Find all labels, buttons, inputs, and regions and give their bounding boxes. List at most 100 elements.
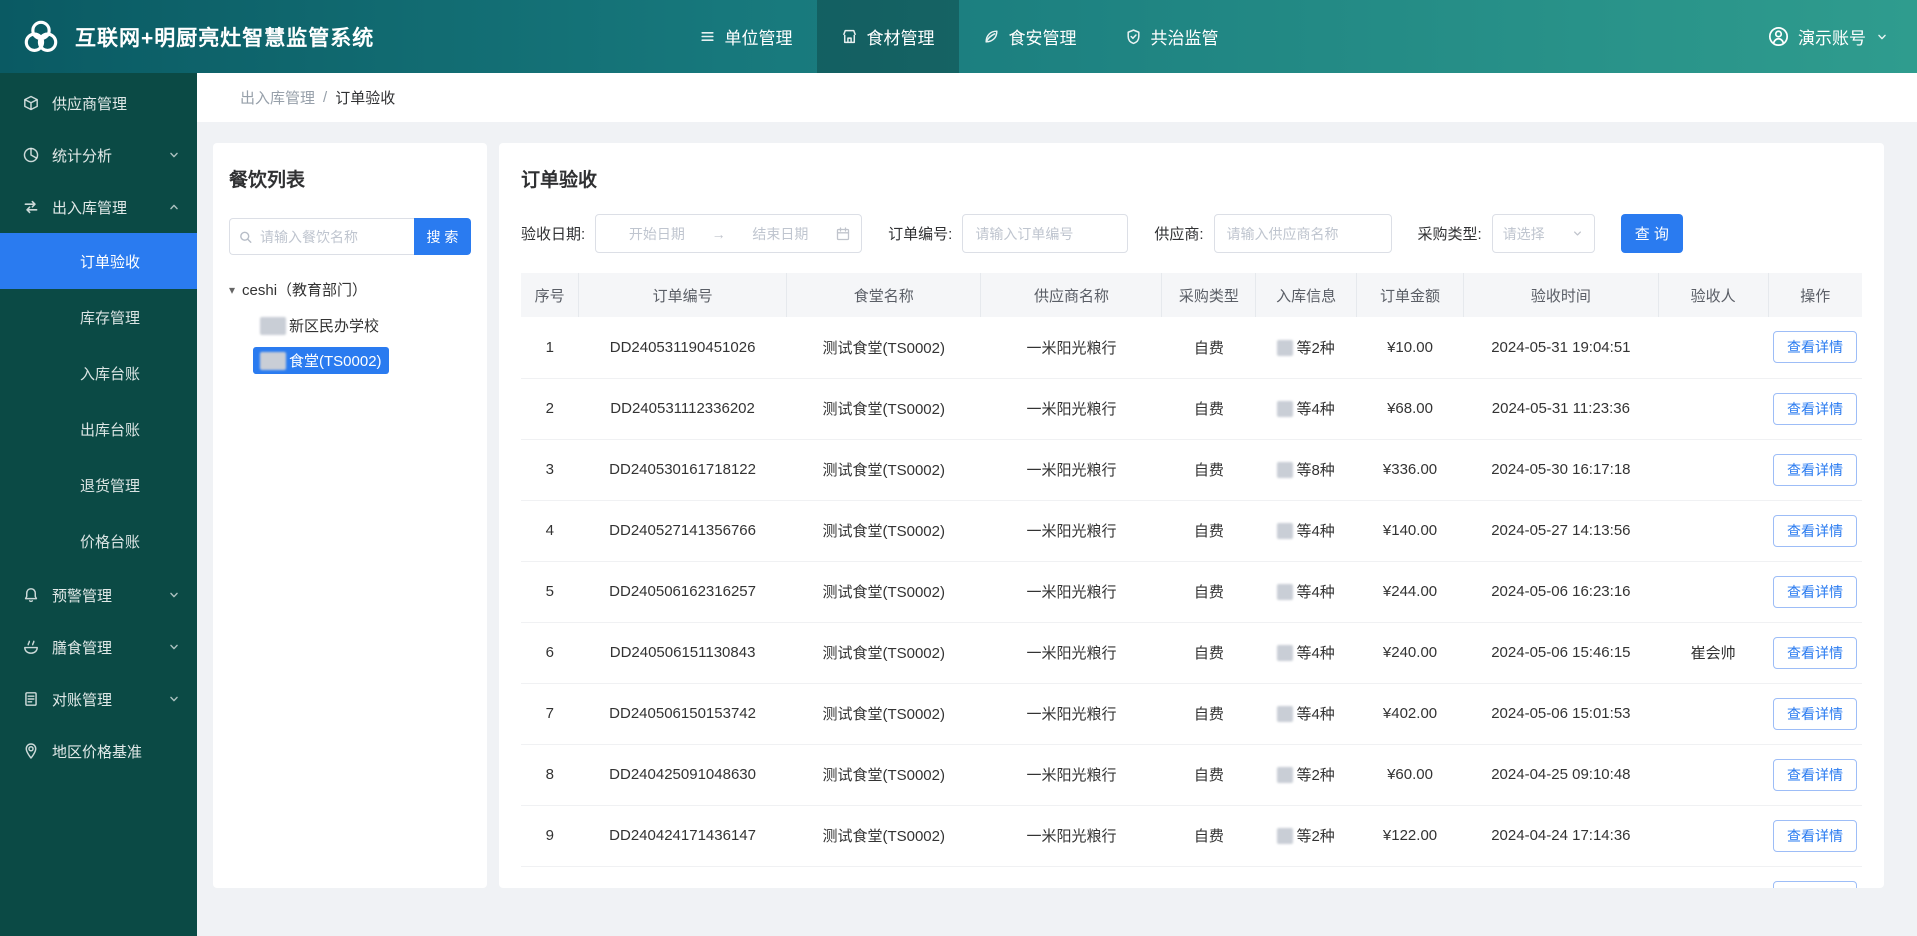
sidebar-item-supplier-management[interactable]: 供应商管理 [0,77,197,129]
column-header: 订单编号 [578,273,787,317]
sidebar-subitem-price-ledger[interactable]: 价格台账 [0,513,197,569]
cell-stock-info: 等4种 [1255,622,1357,684]
nav-item-co-governance[interactable]: 共治监管 [1101,0,1243,73]
cell-order-no: DD240424171436147 [578,805,787,867]
cell-canteen: 测试食堂(TS0002) [786,683,981,745]
cell-index: 1 [521,317,579,379]
chevron-down-icon [167,148,181,162]
cell-stock-info: 等4种 [1255,378,1357,440]
view-details-button[interactable]: 查看详情 [1773,575,1858,608]
nav-item-label: 共治监管 [1150,29,1219,48]
cell-order-no: DD240531112336202 [578,378,787,440]
nav-item-label: 单位管理 [724,29,793,48]
nav-item-unit-management[interactable]: 单位管理 [675,0,817,73]
cell-supplier: 一米阳光粮行 [980,378,1162,440]
date-range-input[interactable]: 开始日期 → 结束日期 [595,214,863,253]
view-details-button[interactable]: 查看详情 [1773,392,1858,425]
query-button[interactable]: 查 询 [1620,214,1683,253]
restaurant-search-input[interactable] [229,218,414,255]
filter-bar: 验收日期: 开始日期 → 结束日期 订单编号: 供应商: [521,214,1862,253]
cell-accept-time: 2024-05-31 19:04:51 [1463,317,1659,379]
cell-amount: ¥402.00 [1356,683,1464,745]
view-details-button[interactable]: 查看详情 [1773,880,1858,888]
order-row: 2 DD240531112336202 测试食堂(TS0002) 一米阳光粮行 自费 等4… [521,378,1862,440]
cell-accept-time: 2024-05-06 15:46:15 [1463,622,1659,684]
view-details-button[interactable]: 查看详情 [1773,453,1858,486]
cell-canteen: 测试食堂(TS0002) [786,622,981,684]
cell-order-no: DD240506162316257 [578,561,787,623]
view-details-button[interactable]: 查看详情 [1773,819,1858,852]
sidebar-subitem-order-acceptance[interactable]: 订单验收 [0,233,197,289]
sidebar-subitem-outbound-ledger[interactable]: 出库台账 [0,401,197,457]
cell-accept-time: 2024-05-27 14:13:56 [1463,500,1659,562]
cell-index: 9 [521,805,579,867]
sidebar-item-warning-management[interactable]: 预警管理 [0,569,197,621]
sidebar-item-regional-price-benchmark[interactable]: 地区价格基准 [0,725,197,777]
sidebar-item-label: 统计分析 [52,147,113,165]
cell-purchase-type: 自费 [1161,805,1256,867]
search-icon [238,229,253,244]
chevron-down-icon [167,640,181,654]
restaurant-list-panel: 餐饮列表 搜 索 ▾ ceshi（教育部门） [213,143,487,888]
view-details-button[interactable]: 查看详情 [1773,697,1858,730]
purchase-type-select[interactable]: 请选择 [1491,214,1595,253]
cell-order-no: DD240531190451026 [578,317,787,379]
sidebar-subitem-label: 退货管理 [80,477,141,495]
search-button[interactable]: 搜 索 [414,218,471,255]
user-account[interactable]: 演示账号 [1740,0,1917,73]
order-row: 6 DD240506151130843 测试食堂(TS0002) 一米阳光粮行 自费 等4… [521,622,1862,684]
view-details-button[interactable]: 查看详情 [1773,636,1858,669]
breadcrumb-parent[interactable]: 出入库管理 [240,87,315,108]
supplier-box-icon [22,94,40,112]
nav-item-food-material-management[interactable]: 食材管理 [816,0,959,73]
restaurant-list-title: 餐饮列表 [229,170,306,191]
cell-amount: ¥140.00 [1356,500,1464,562]
cell-order-no: DD240506150153742 [578,683,787,745]
supplier-input[interactable] [1213,214,1392,253]
sidebar-item-meal-management[interactable]: 膳食管理 [0,621,197,673]
sidebar-item-inout-stock-management[interactable]: 出入库管理 [0,181,197,233]
cell-amount: ¥68.00 [1356,378,1464,440]
pie-chart-icon [22,146,40,164]
app-header: 互联网+明厨亮灶智慧监管系统 单位管理 食材管理 食安管理 共治监管 演示账号 [0,0,1917,73]
cell-acceptor [1658,439,1769,501]
tree-node-label: 食堂(TS0002) [289,353,382,370]
cell-supplier [980,866,1162,888]
sidebar-submenu: 订单验收 库存管理 入库台账 出库台账 退货管理 价格台账 [0,233,197,569]
cell-index: 7 [521,683,579,745]
sidebar-item-reconciliation-management[interactable]: 对账管理 [0,673,197,725]
cell-acceptor [1658,866,1769,888]
view-details-button[interactable]: 查看详情 [1773,514,1858,547]
cell-actions: 查看详情 [1768,805,1862,867]
sidebar-item-label: 地区价格基准 [52,743,143,761]
cell-purchase-type: 自费 [1161,378,1256,440]
cell-actions: 查看详情 [1768,561,1862,623]
nav-item-food-safety-management[interactable]: 食安管理 [959,0,1101,73]
sidebar-subitem-inventory-management[interactable]: 库存管理 [0,289,197,345]
view-details-button[interactable]: 查看详情 [1773,758,1858,791]
redacted-text [260,351,286,370]
cell-actions: 查看详情 [1768,622,1862,684]
tree-node-school[interactable]: 新区民办学校 [253,312,386,339]
column-header: 验收时间 [1463,273,1659,317]
cell-actions: 查看详情 [1768,378,1862,440]
cell-acceptor [1658,378,1769,440]
cell-actions: 查看详情 [1768,744,1862,806]
sidebar-subitem-inbound-ledger[interactable]: 入库台账 [0,345,197,401]
tree-node-root[interactable]: ▾ ceshi（教育部门） [229,279,471,300]
redacted-text [1277,645,1294,661]
tree-node-canteen-selected[interactable]: 食堂(TS0002) [253,347,389,374]
caret-down-icon: ▾ [229,282,236,297]
top-nav: 单位管理 食材管理 食安管理 共治监管 [675,0,1243,73]
orders-table-body: 1 DD240531190451026 测试食堂(TS0002) 一米阳光粮行 自费 等2… [521,317,1862,888]
view-details-button[interactable]: 查看详情 [1773,331,1858,364]
column-header: 入库信息 [1255,273,1357,317]
cell-amount: ¥240.00 [1356,622,1464,684]
sidebar-subitem-return-management[interactable]: 退货管理 [0,457,197,513]
sidebar-subitem-label: 订单验收 [80,253,141,271]
sidebar-item-statistics[interactable]: 统计分析 [0,129,197,181]
select-placeholder: 请选择 [1502,225,1545,242]
cell-purchase-type [1161,866,1256,888]
cell-canteen: 测试食堂(TS0002) [786,561,981,623]
order-no-input[interactable] [962,214,1129,253]
